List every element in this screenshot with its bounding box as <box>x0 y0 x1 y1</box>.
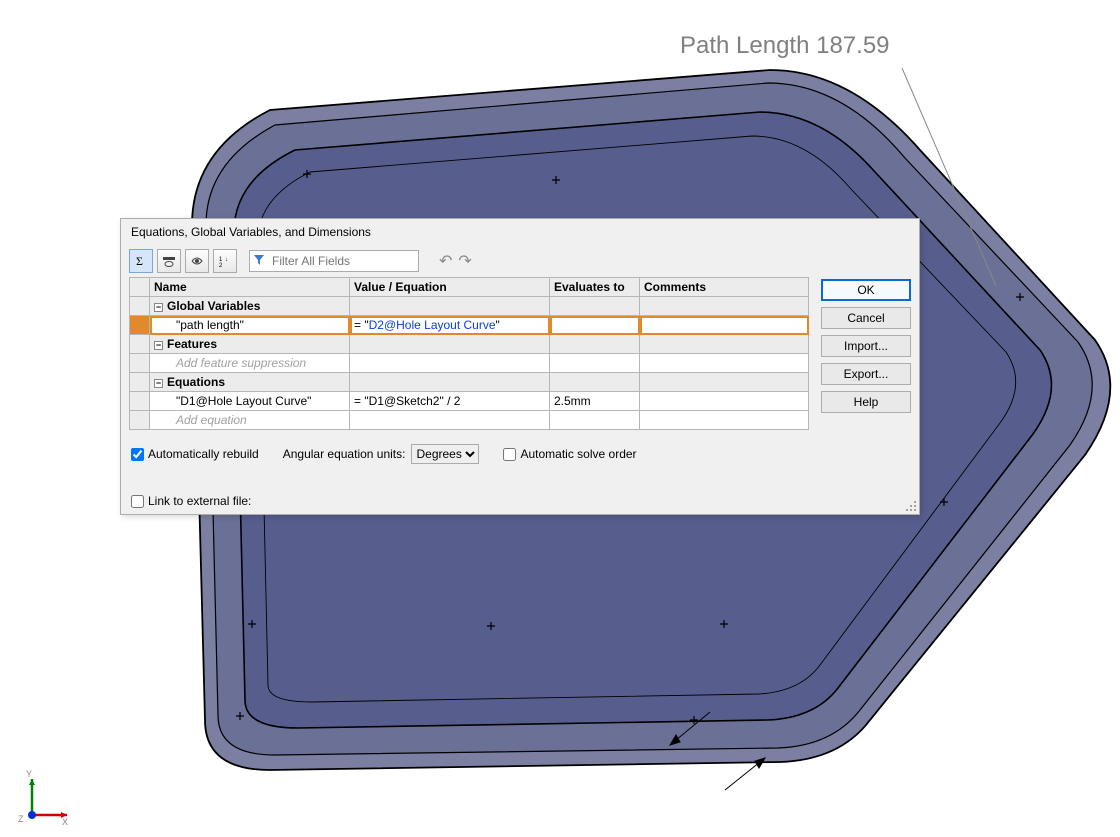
header-evaluates[interactable]: Evaluates to <box>550 278 640 297</box>
header-comments[interactable]: Comments <box>640 278 809 297</box>
axis-z-label: Z <box>18 814 24 824</box>
value-prefix: = " <box>354 318 369 332</box>
section-global-variables[interactable]: −Global Variables <box>130 297 809 316</box>
table-header-row: Name Value / Equation Evaluates to Comme… <box>130 278 809 297</box>
dialog-buttons: OK Cancel Import... Export... Help <box>821 277 911 430</box>
header-value[interactable]: Value / Equation <box>350 278 550 297</box>
filter-input[interactable] <box>268 251 418 271</box>
resize-grip-icon[interactable] <box>903 498 917 512</box>
collapse-icon[interactable]: − <box>154 379 163 388</box>
auto-solve-label: Automatic solve order <box>520 447 636 461</box>
sigma-view-button[interactable]: Σ <box>129 249 153 273</box>
axis-y-label: Y <box>26 769 32 779</box>
auto-rebuild-input[interactable] <box>131 448 144 461</box>
auto-solve-input[interactable] <box>503 448 516 461</box>
cell-evaluates: 2.5mm <box>550 392 640 411</box>
filter-icon <box>250 255 268 268</box>
sort-button[interactable]: 1↓2 <box>213 249 237 273</box>
svg-text:Σ: Σ <box>136 254 143 268</box>
row-equation-1[interactable]: "D1@Hole Layout Curve" = "D1@Sketch2" / … <box>130 392 809 411</box>
filter-box <box>249 250 419 272</box>
undo-button[interactable]: ↶ <box>439 251 452 271</box>
svg-text:↓: ↓ <box>225 257 228 263</box>
link-external-label: Link to external file: <box>148 494 251 508</box>
dialog-footer: Automatically rebuild Angular equation u… <box>121 438 919 514</box>
view-mode-1-button[interactable] <box>157 249 181 273</box>
placeholder-cell[interactable]: Add equation <box>150 411 350 430</box>
equations-dialog: Equations, Global Variables, and Dimensi… <box>120 218 920 515</box>
cell-value[interactable]: = "D1@Sketch2" / 2 <box>350 392 550 411</box>
units-select[interactable]: Degrees <box>411 444 479 464</box>
row-equations-placeholder[interactable]: Add equation <box>130 411 809 430</box>
help-button[interactable]: Help <box>821 391 911 413</box>
redo-button[interactable]: ↷ <box>458 251 471 271</box>
auto-rebuild-label: Automatically rebuild <box>148 447 259 461</box>
link-external-checkbox[interactable]: Link to external file: <box>131 494 909 508</box>
cell-evaluates <box>550 316 640 335</box>
value-suffix: " <box>496 318 500 332</box>
angular-units-group: Angular equation units: Degrees <box>283 444 480 464</box>
auto-rebuild-checkbox[interactable]: Automatically rebuild <box>131 447 259 461</box>
auto-solve-checkbox[interactable]: Automatic solve order <box>503 447 636 461</box>
header-name[interactable]: Name <box>150 278 350 297</box>
equations-table: Name Value / Equation Evaluates to Comme… <box>129 277 809 430</box>
cell-name[interactable]: "path length" <box>150 316 350 335</box>
import-button[interactable]: Import... <box>821 335 911 357</box>
row-path-length[interactable]: "path length" = "D2@Hole Layout Curve" <box>130 316 809 335</box>
section-label: Features <box>167 337 217 351</box>
units-label: Angular equation units: <box>283 447 406 461</box>
view-mode-2-button[interactable] <box>185 249 209 273</box>
axis-x-label: X <box>62 817 68 827</box>
section-equations[interactable]: −Equations <box>130 373 809 392</box>
header-handle <box>130 278 150 297</box>
cell-name[interactable]: "D1@Hole Layout Curve" <box>150 392 350 411</box>
cell-comments[interactable] <box>640 316 809 335</box>
collapse-icon[interactable]: − <box>154 303 163 312</box>
cell-comments[interactable] <box>640 392 809 411</box>
link-external-input[interactable] <box>131 495 144 508</box>
equations-table-wrap: Name Value / Equation Evaluates to Comme… <box>129 277 809 430</box>
view-triad[interactable]: X Y Z <box>12 767 72 830</box>
section-label: Equations <box>167 375 225 389</box>
placeholder-cell[interactable]: Add feature suppression <box>150 354 350 373</box>
dialog-toolbar: Σ 1↓2 ↶ ↷ <box>121 245 919 277</box>
collapse-icon[interactable]: − <box>154 341 163 350</box>
svg-text:2: 2 <box>219 263 223 268</box>
cell-value[interactable]: = "D2@Hole Layout Curve" <box>350 316 550 335</box>
dialog-title: Equations, Global Variables, and Dimensi… <box>121 219 919 245</box>
undo-redo-group: ↶ ↷ <box>439 251 472 271</box>
value-link: D2@Hole Layout Curve <box>369 318 496 332</box>
ok-button[interactable]: OK <box>821 279 911 301</box>
path-length-annotation: Path Length 187.59 <box>680 32 890 60</box>
cancel-button[interactable]: Cancel <box>821 307 911 329</box>
export-button[interactable]: Export... <box>821 363 911 385</box>
section-features[interactable]: −Features <box>130 335 809 354</box>
section-label: Global Variables <box>167 299 260 313</box>
row-features-placeholder[interactable]: Add feature suppression <box>130 354 809 373</box>
